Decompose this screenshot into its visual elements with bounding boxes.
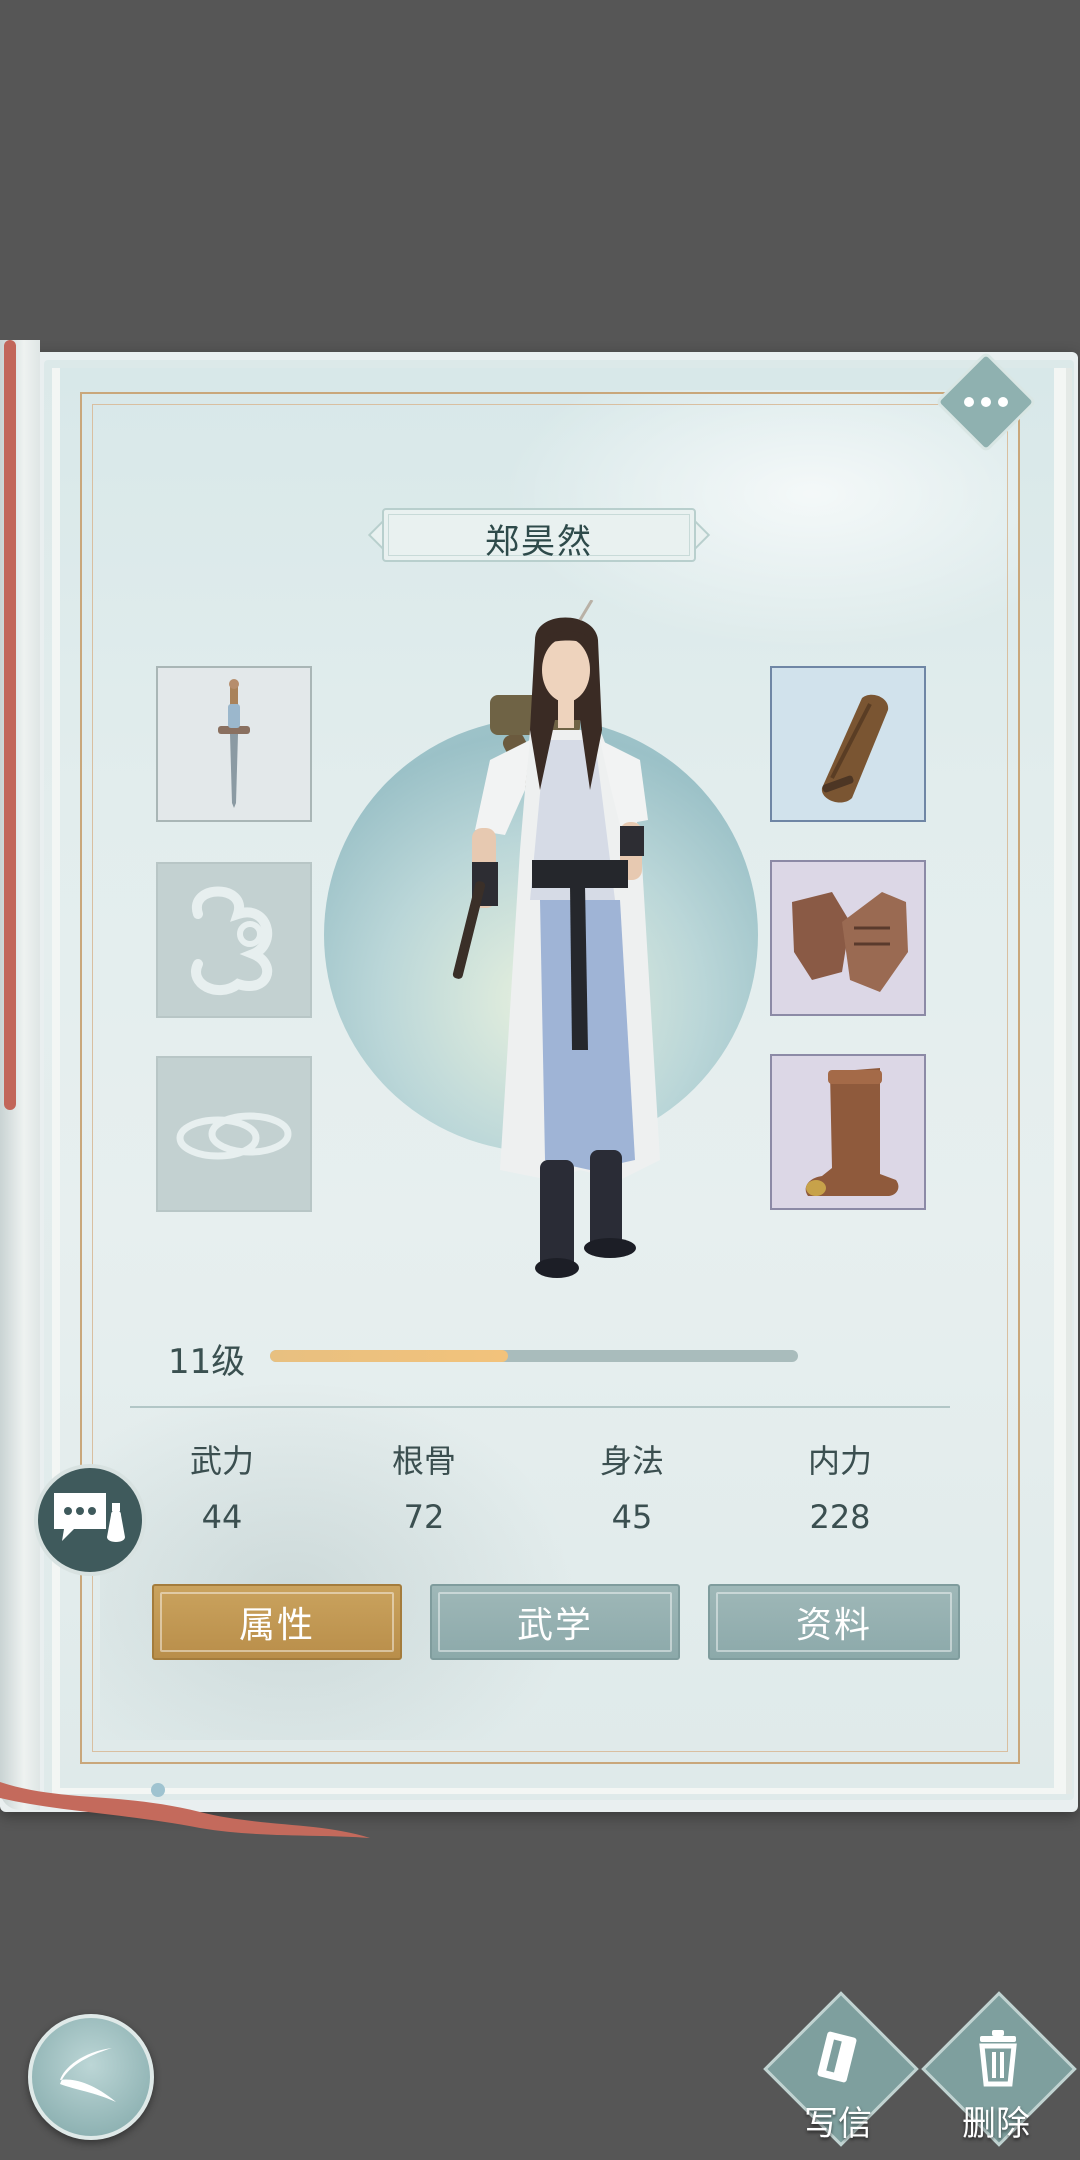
tab-label: 武学 — [516, 1605, 593, 1646]
rings-icon — [176, 1112, 292, 1160]
stat-label: 根骨 — [391, 1442, 456, 1480]
back-arrow-icon — [60, 2048, 116, 2102]
stat-value: 45 — [611, 1498, 653, 1536]
stat-constitution: 根骨 72 — [344, 1436, 504, 1536]
game-screen: 郑昊然 11级 武力 44 根骨 72 身法 45 内力 228 属性 武学 资… — [0, 0, 1080, 2160]
chat-gift-button[interactable] — [34, 1464, 146, 1576]
trash-icon — [979, 2030, 1017, 2087]
delete-label: 删除 — [962, 2104, 1030, 2144]
tab-label: 资料 — [795, 1605, 872, 1646]
ribbon-tail-icon — [0, 1782, 370, 1838]
stat-label: 内力 — [807, 1442, 872, 1480]
sword-icon — [218, 679, 250, 808]
level-progress-bar — [270, 1350, 798, 1362]
cloud-icon — [191, 886, 273, 995]
back-button[interactable] — [28, 2014, 154, 2140]
more-dots-icon — [950, 366, 1022, 438]
stat-label: 武力 — [189, 1442, 254, 1480]
tab-profile[interactable]: 资料 — [708, 1584, 960, 1660]
equip-slot-ring[interactable] — [156, 1056, 312, 1212]
level-label: 11级 — [168, 1342, 246, 1382]
stat-force: 武力 44 — [142, 1436, 302, 1536]
equip-slot-accessory[interactable] — [156, 862, 312, 1018]
name-plate: 郑昊然 — [364, 504, 714, 566]
stat-inner-power: 内力 228 — [760, 1436, 920, 1536]
level-progress-fill — [270, 1350, 508, 1362]
stat-value: 44 — [201, 1498, 243, 1536]
tab-attributes[interactable]: 属性 — [152, 1584, 402, 1660]
boots-icon — [805, 1068, 899, 1196]
equip-slot-boots[interactable] — [770, 1054, 926, 1210]
stat-label: 身法 — [599, 1442, 664, 1480]
chat-bubble-icon — [54, 1493, 128, 1544]
bookmark-ribbon — [4, 340, 16, 1110]
stat-value: 228 — [809, 1498, 871, 1536]
equip-slot-bracer[interactable] — [770, 666, 926, 822]
section-divider — [130, 1406, 950, 1408]
equip-slot-weapon[interactable] — [156, 666, 312, 822]
write-letter-label: 写信 — [804, 2104, 872, 2144]
character-name: 郑昊然 — [485, 522, 593, 562]
equip-slot-armor[interactable] — [770, 860, 926, 1016]
armor-icon — [792, 892, 908, 992]
character-figure — [452, 600, 660, 1278]
stat-value: 72 — [403, 1498, 445, 1536]
bracer-icon — [821, 694, 889, 803]
tab-label: 属性 — [238, 1605, 315, 1646]
stat-agility: 身法 45 — [552, 1436, 712, 1536]
letter-icon — [817, 2031, 857, 2083]
tab-martial-arts[interactable]: 武学 — [430, 1584, 680, 1660]
